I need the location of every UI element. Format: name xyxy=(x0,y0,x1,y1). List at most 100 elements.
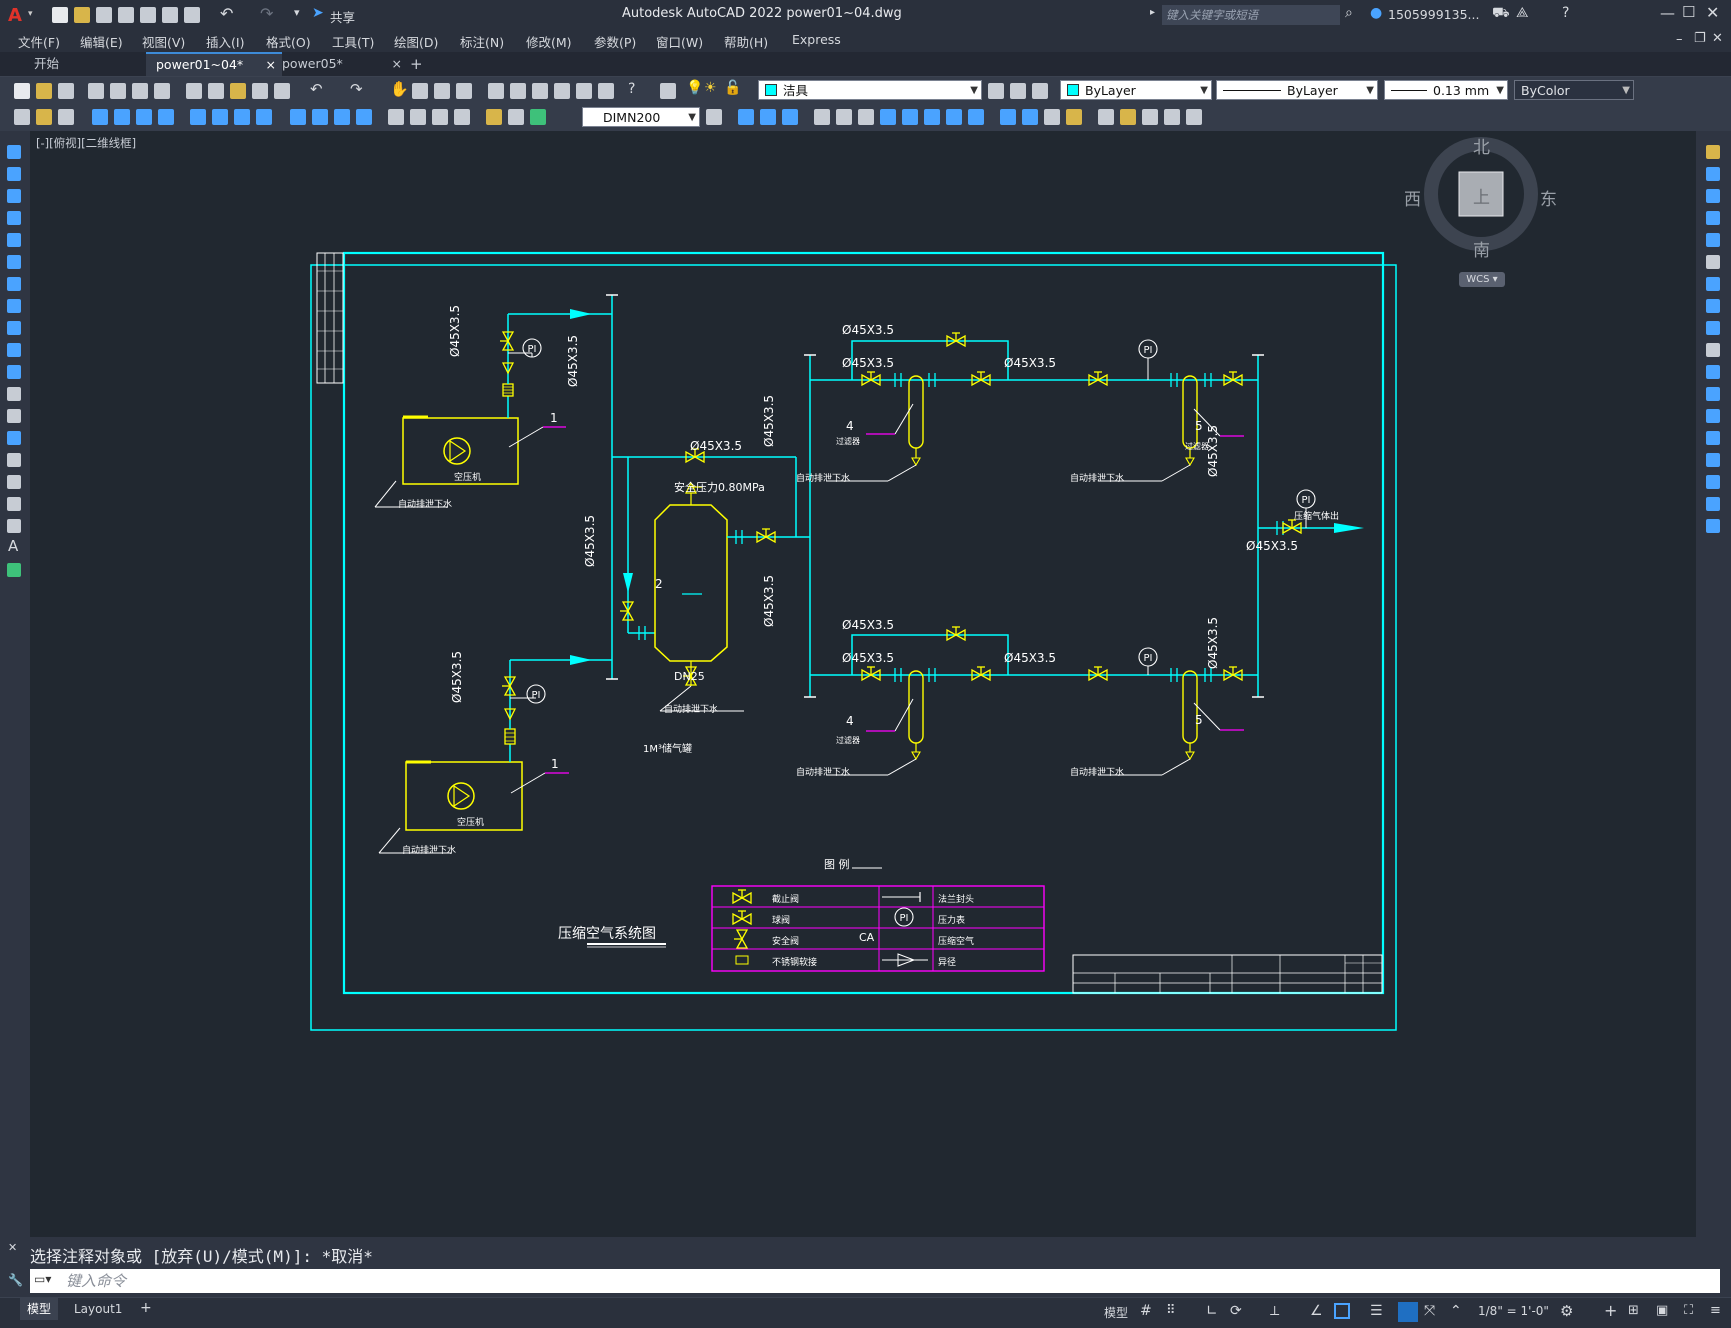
center-mark-icon[interactable] xyxy=(356,109,372,125)
open-icon[interactable] xyxy=(36,83,52,99)
clean-screen-icon[interactable]: ⛶ xyxy=(1684,1303,1693,1318)
menu-edit[interactable]: 编辑(E) xyxy=(80,32,123,51)
hatch-icon[interactable] xyxy=(7,453,21,467)
dim-linear-icon[interactable] xyxy=(14,109,30,125)
new-file-icon[interactable] xyxy=(52,7,68,23)
extend-icon[interactable] xyxy=(1706,365,1720,379)
menu-express[interactable]: Express xyxy=(792,32,841,47)
maximize-window-icon[interactable]: ☐ xyxy=(1682,3,1695,21)
annotation-visibility-icon[interactable] xyxy=(1398,1302,1418,1322)
annotation-monitor-icon[interactable]: + xyxy=(1604,1301,1617,1320)
rectangle-icon[interactable] xyxy=(7,233,21,247)
dim-ordinate-icon[interactable] xyxy=(92,109,108,125)
qnew-icon[interactable] xyxy=(14,83,30,99)
ortho-icon[interactable]: ∟ xyxy=(1206,1303,1218,1319)
object-snap-tracking-icon[interactable]: ∠ xyxy=(1310,1303,1323,1319)
zoom-window-icon[interactable] xyxy=(434,83,450,99)
mirror-icon[interactable] xyxy=(1706,189,1720,203)
tab-power05[interactable]: power05* × xyxy=(272,52,408,76)
dimstyle-dropdown[interactable]: DIMN200 ▼ xyxy=(582,107,700,127)
isodraft-icon[interactable]: ⟂ xyxy=(1270,1303,1279,1319)
search-expand-icon[interactable]: ▸ xyxy=(1150,7,1155,18)
save-as-icon[interactable] xyxy=(118,7,134,23)
lineweight-toggle-icon[interactable]: ☰ xyxy=(1370,1303,1383,1319)
break-at-point-icon[interactable] xyxy=(1706,387,1720,401)
dim-continue-icon[interactable] xyxy=(256,109,272,125)
doc-minimize-icon[interactable]: – xyxy=(1676,32,1683,47)
markup-icon[interactable] xyxy=(576,83,592,99)
insert-block-icon[interactable] xyxy=(7,387,21,401)
spline-icon[interactable] xyxy=(7,321,21,335)
open-file-icon[interactable] xyxy=(74,7,90,23)
undo-icon[interactable]: ↶ xyxy=(220,4,233,23)
ucs-previous-icon[interactable] xyxy=(1142,109,1158,125)
layer-properties-icon[interactable] xyxy=(660,83,676,99)
open-from-web-icon[interactable] xyxy=(140,7,156,23)
help-icon[interactable]: ? xyxy=(1562,5,1569,21)
blend-curves-icon[interactable] xyxy=(1706,497,1720,511)
redo-icon[interactable]: ↷ xyxy=(350,80,363,98)
ucs-object-icon[interactable] xyxy=(1186,109,1202,125)
menu-insert[interactable]: 插入(I) xyxy=(206,32,244,51)
offset-icon[interactable] xyxy=(1706,211,1720,225)
customize-statusbar-icon[interactable]: ≡ xyxy=(1710,1303,1721,1318)
user-icon[interactable]: ● xyxy=(1370,5,1382,21)
menu-parametric[interactable]: 参数(P) xyxy=(594,32,636,51)
annotation-autoscale-icon[interactable]: ⤧ xyxy=(1424,1303,1435,1319)
break-icon[interactable] xyxy=(1706,409,1720,423)
rotate-icon[interactable] xyxy=(858,109,874,125)
extrude-icon[interactable] xyxy=(1066,109,1082,125)
fillet-icon[interactable] xyxy=(1706,475,1720,489)
dim-arc-icon[interactable] xyxy=(58,109,74,125)
construction-line-icon[interactable] xyxy=(7,167,21,181)
design-center-icon[interactable] xyxy=(510,83,526,99)
tab-model[interactable]: 模型 xyxy=(20,1298,58,1320)
publish-icon[interactable] xyxy=(132,83,148,99)
customize-qat-icon[interactable]: ▾ xyxy=(294,6,300,19)
chamfer-icon[interactable] xyxy=(1706,453,1720,467)
scale-icon[interactable] xyxy=(1706,299,1720,313)
inspection-icon[interactable] xyxy=(388,109,404,125)
redo-icon[interactable]: ↷ xyxy=(260,4,273,23)
annotation-scale-icon[interactable]: ⌃ xyxy=(1450,1303,1462,1319)
dim-aligned-icon[interactable] xyxy=(36,109,52,125)
cart-icon[interactable]: ⛟ xyxy=(1492,5,1510,23)
block-editor-icon[interactable] xyxy=(274,83,290,99)
circle-icon[interactable] xyxy=(7,277,21,291)
menu-window[interactable]: 窗口(W) xyxy=(656,32,703,51)
polygon-icon[interactable] xyxy=(7,211,21,225)
doc-close-icon[interactable]: ✕ xyxy=(1712,31,1723,46)
region-icon[interactable] xyxy=(7,497,21,511)
dim-angular-icon[interactable] xyxy=(190,109,206,125)
copy-icon[interactable] xyxy=(208,83,224,99)
tool-palettes-icon[interactable] xyxy=(532,83,548,99)
polar-icon[interactable]: ⟳ xyxy=(1230,1303,1242,1319)
menu-tools[interactable]: 工具(T) xyxy=(332,32,374,51)
menu-modify[interactable]: 修改(M) xyxy=(526,32,572,51)
layer-on-icon[interactable]: 💡 xyxy=(686,80,703,96)
minimize-window-icon[interactable]: — xyxy=(1660,4,1675,22)
sheet-set-icon[interactable] xyxy=(554,83,570,99)
plotstyle-dropdown[interactable]: ByColor ▼ xyxy=(1514,80,1634,100)
continuous-orbit-icon[interactable] xyxy=(782,109,798,125)
dim-edit-icon[interactable] xyxy=(432,109,448,125)
help-icon[interactable]: ? xyxy=(628,81,635,97)
array-icon[interactable] xyxy=(1706,233,1720,247)
stretch-icon[interactable] xyxy=(1706,321,1720,335)
free-orbit-icon[interactable] xyxy=(760,109,776,125)
linetype-dropdown[interactable]: ByLayer ▼ xyxy=(1216,80,1378,100)
ucs-world-icon[interactable] xyxy=(1120,109,1136,125)
explode-icon[interactable] xyxy=(1706,519,1720,533)
table-icon[interactable] xyxy=(7,519,21,533)
grid-icon[interactable]: # xyxy=(1140,1303,1152,1319)
copy-icon[interactable] xyxy=(1706,167,1720,181)
move-icon[interactable] xyxy=(1706,255,1720,269)
cut-icon[interactable] xyxy=(186,83,202,99)
doc-restore-icon[interactable]: ❐ xyxy=(1694,31,1706,46)
dim-text-edit-icon[interactable] xyxy=(454,109,470,125)
dim-diameter-icon[interactable] xyxy=(158,109,174,125)
customize-commandline-icon[interactable]: 🔧 xyxy=(8,1273,23,1287)
revision-cloud-icon[interactable] xyxy=(7,299,21,313)
menu-help[interactable]: 帮助(H) xyxy=(724,32,768,51)
3d-orbit-icon[interactable] xyxy=(738,109,754,125)
